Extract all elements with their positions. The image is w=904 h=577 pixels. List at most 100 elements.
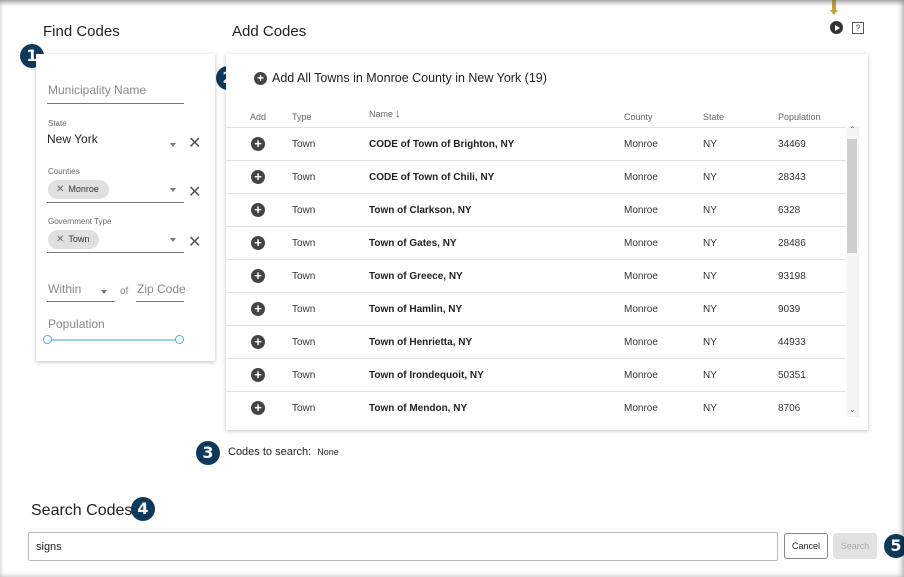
zip-code-input[interactable]: Zip Code <box>137 282 186 296</box>
add-row-plus-icon[interactable]: + <box>251 137 265 151</box>
within-underline <box>47 301 115 302</box>
population-cell: 6328 <box>778 205 801 216</box>
government-type-label: Government Type <box>48 217 112 226</box>
population-cell: 28343 <box>778 172 806 183</box>
table-scrollbar[interactable]: ⌃ ⌄ <box>847 125 859 417</box>
codes-to-search-label: Codes to search: <box>228 446 312 458</box>
population-slider-max-handle[interactable] <box>175 335 184 344</box>
column-header-add: Add <box>250 112 267 122</box>
top-icons: ? <box>830 21 864 34</box>
government-type-chip-label: Town <box>68 234 90 244</box>
government-type-clear-icon[interactable]: ✕ <box>188 235 201 251</box>
play-icon[interactable] <box>830 21 843 34</box>
population-cell: 9039 <box>778 304 801 315</box>
add-row-plus-icon[interactable]: + <box>251 236 265 250</box>
add-row-plus-icon[interactable]: + <box>251 203 265 217</box>
scrollbar-thumb[interactable] <box>847 139 857 253</box>
search-codes-title: Search Codes <box>31 502 133 519</box>
counties-chevron-down-icon[interactable] <box>170 188 176 192</box>
county-cell: Monroe <box>624 172 658 183</box>
county-cell: Monroe <box>624 403 658 414</box>
column-header-name[interactable]: Name ↓ <box>369 108 401 120</box>
table-row: + Town Town of Gates, NY Monroe NY 28486 <box>226 226 846 259</box>
counties-label: Counties <box>48 167 80 176</box>
state-cell: NY <box>703 304 717 315</box>
add-row-plus-icon[interactable]: + <box>251 170 265 184</box>
population-cell: 93198 <box>778 271 806 282</box>
state-cell: NY <box>703 337 717 348</box>
table-row: + Town CODE of Town of Brighton, NY Monr… <box>226 127 846 160</box>
search-codes-input[interactable] <box>28 532 778 561</box>
type-cell: Town <box>292 205 316 216</box>
help-icon[interactable]: ? <box>852 21 864 34</box>
add-codes-panel: + Add All Towns in Monroe County in New … <box>226 54 868 430</box>
county-cell: Monroe <box>624 205 658 216</box>
chip-close-icon[interactable]: ✕ <box>56 230 64 249</box>
find-codes-title: Find Codes <box>43 23 120 40</box>
government-type-chevron-down-icon[interactable] <box>170 238 176 242</box>
add-row-plus-icon[interactable]: + <box>251 368 265 382</box>
table-row: + Town Town of Mendon, NY Monroe NY 8706 <box>226 391 846 424</box>
population-cell: 34469 <box>778 139 806 150</box>
type-cell: Town <box>292 238 316 249</box>
state-cell: NY <box>703 271 717 282</box>
table-header: Add Type Name ↓ County State Population <box>226 108 846 126</box>
state-clear-icon[interactable]: ✕ <box>188 136 201 152</box>
state-cell: NY <box>703 403 717 414</box>
table-row: + Town CODE of Town of Chili, NY Monroe … <box>226 160 846 193</box>
municipality-underline <box>47 103 184 104</box>
name-cell: Town of Mendon, NY <box>369 403 468 414</box>
name-cell: Town of Greece, NY <box>369 271 463 282</box>
add-all-button[interactable]: + Add All Towns in Monroe County in New … <box>254 71 547 85</box>
add-row-plus-icon[interactable]: + <box>251 269 265 283</box>
population-label: Population <box>48 317 105 331</box>
name-cell: CODE of Town of Brighton, NY <box>369 139 515 150</box>
add-row-plus-icon[interactable]: + <box>251 302 265 316</box>
state-cell: NY <box>703 172 717 183</box>
table-row: + Town Town of Greece, NY Monroe NY 9319… <box>226 259 846 292</box>
counties-underline <box>47 202 184 203</box>
within-select[interactable]: Within <box>48 282 81 296</box>
counties-clear-icon[interactable]: ✕ <box>188 185 201 201</box>
type-cell: Town <box>292 370 316 381</box>
type-cell: Town <box>292 172 316 183</box>
government-type-chip[interactable]: ✕ Town <box>48 230 100 249</box>
table-row: + Town Town of Irondequoit, NY Monroe NY… <box>226 358 846 391</box>
column-header-population[interactable]: Population <box>778 112 821 122</box>
codes-to-search-value: None <box>317 447 339 457</box>
column-header-type[interactable]: Type <box>292 112 312 122</box>
scroll-down-icon[interactable]: ⌄ <box>849 405 856 414</box>
government-type-underline <box>47 252 184 253</box>
state-chevron-down-icon[interactable] <box>170 143 176 147</box>
cancel-button[interactable]: Cancel <box>784 533 828 559</box>
population-slider-min-handle[interactable] <box>43 335 52 344</box>
county-cell: Monroe <box>624 304 658 315</box>
population-slider-track[interactable] <box>47 339 181 341</box>
state-select[interactable]: New York <box>47 132 98 146</box>
population-cell: 44933 <box>778 337 806 348</box>
add-row-plus-icon[interactable]: + <box>251 335 265 349</box>
county-cell: Monroe <box>624 271 658 282</box>
municipality-name-input[interactable]: Municipality Name <box>48 83 146 97</box>
chip-close-icon[interactable]: ✕ <box>56 180 64 199</box>
county-cell: Monroe <box>624 238 658 249</box>
step-badge-4: 4 <box>131 497 155 521</box>
add-all-label: Add All Towns in Monroe County in New Yo… <box>272 71 547 85</box>
population-cell: 50351 <box>778 370 806 381</box>
step-badge-5: 5 <box>884 534 904 558</box>
search-button[interactable]: Search <box>833 533 877 559</box>
within-chevron-down-icon[interactable] <box>101 290 107 294</box>
column-header-county[interactable]: County <box>624 112 653 122</box>
county-chip[interactable]: ✕ Monroe <box>48 180 109 199</box>
state-cell: NY <box>703 238 717 249</box>
zip-code-underline <box>136 301 184 302</box>
column-header-state[interactable]: State <box>703 112 724 122</box>
add-row-plus-icon[interactable]: + <box>251 401 265 415</box>
add-codes-title: Add Codes <box>232 23 307 40</box>
pointer-marker-tip <box>830 10 838 15</box>
scroll-up-icon[interactable]: ⌃ <box>849 125 856 134</box>
name-cell: Town of Gates, NY <box>369 238 457 249</box>
name-cell: Town of Hamlin, NY <box>369 304 463 315</box>
find-codes-panel: Municipality Name State New York ✕ Count… <box>36 54 215 361</box>
name-cell: CODE of Town of Chili, NY <box>369 172 495 183</box>
